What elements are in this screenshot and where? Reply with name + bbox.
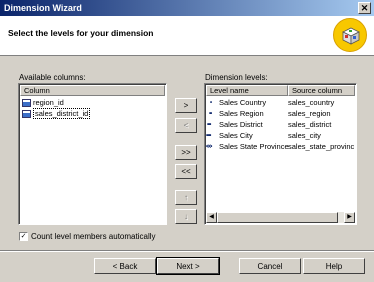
remove-all-button[interactable]: <<: [175, 164, 197, 179]
source-column: sales_region: [288, 109, 331, 118]
available-columns-list[interactable]: Column region_id sales_district_id: [18, 83, 167, 225]
source-column-header[interactable]: Source column: [288, 85, 355, 96]
scroll-left-icon[interactable]: ◀: [206, 212, 217, 223]
level-icon: ••: [209, 111, 212, 117]
add-button[interactable]: >: [175, 98, 197, 113]
table-row[interactable]: • Sales Country sales_country: [206, 97, 355, 108]
dimension-levels-list[interactable]: Level name Source column • Sales Country…: [204, 83, 357, 225]
table-row[interactable]: •• Sales Region sales_region: [206, 108, 355, 119]
add-all-button[interactable]: >>: [175, 145, 197, 160]
move-down-button[interactable]: ↓: [175, 209, 197, 224]
table-row[interactable]: •••• Sales City sales_city: [206, 130, 355, 141]
level-name: Sales State Province: [219, 142, 289, 151]
move-up-button[interactable]: ↑: [175, 190, 197, 205]
back-button[interactable]: < Back: [94, 258, 156, 274]
cancel-button[interactable]: Cancel: [239, 258, 301, 274]
title-bar: Dimension Wizard ✕: [0, 0, 374, 16]
scroll-right-icon[interactable]: ▶: [344, 212, 355, 223]
header-panel: Select the levels for your dimension: [0, 16, 374, 56]
cube-icon: [333, 18, 367, 52]
level-icon: •:•:•: [206, 144, 212, 150]
count-members-label: Count level members automatically: [31, 232, 156, 241]
level-name: Sales Country: [219, 98, 267, 107]
column-header[interactable]: Column: [20, 85, 165, 96]
close-icon: ✕: [360, 2, 369, 13]
table-row[interactable]: ••• Sales District sales_district: [206, 119, 355, 130]
page-title: Select the levels for your dimension: [8, 28, 154, 38]
source-column: sales_city: [288, 131, 321, 140]
level-name: Sales Region: [219, 109, 264, 118]
list-item[interactable]: sales_district_id: [22, 108, 91, 119]
field-icon: [22, 109, 31, 118]
source-column: sales_state_provinc: [288, 142, 355, 151]
field-icon: [22, 98, 31, 107]
remove-button[interactable]: <: [175, 118, 197, 133]
source-column: sales_country: [288, 98, 335, 107]
list-item[interactable]: region_id: [22, 97, 64, 108]
window-title: Dimension Wizard: [4, 3, 82, 13]
level-name-header[interactable]: Level name: [206, 85, 288, 96]
level-icon: •••: [207, 122, 211, 128]
level-name: Sales City: [219, 131, 253, 140]
scroll-thumb[interactable]: [217, 212, 338, 223]
horizontal-scrollbar[interactable]: ◀ ▶: [206, 212, 355, 223]
level-name: Sales District: [219, 120, 263, 129]
table-row[interactable]: •:•:• Sales State Province sales_state_p…: [206, 141, 355, 152]
close-button[interactable]: ✕: [358, 2, 371, 14]
next-button[interactable]: Next >: [156, 257, 220, 275]
level-icon: •: [210, 100, 212, 106]
available-columns-label: Available columns:: [19, 73, 86, 82]
dimension-levels-label: Dimension levels:: [205, 73, 268, 82]
count-members-checkbox[interactable]: ✓: [19, 232, 28, 241]
list-item-label: region_id: [33, 98, 64, 107]
divider: [0, 250, 374, 252]
help-button[interactable]: Help: [303, 258, 365, 274]
source-column: sales_district: [288, 120, 332, 129]
list-item-label: sales_district_id: [33, 108, 91, 119]
level-icon: ••••: [206, 133, 212, 139]
